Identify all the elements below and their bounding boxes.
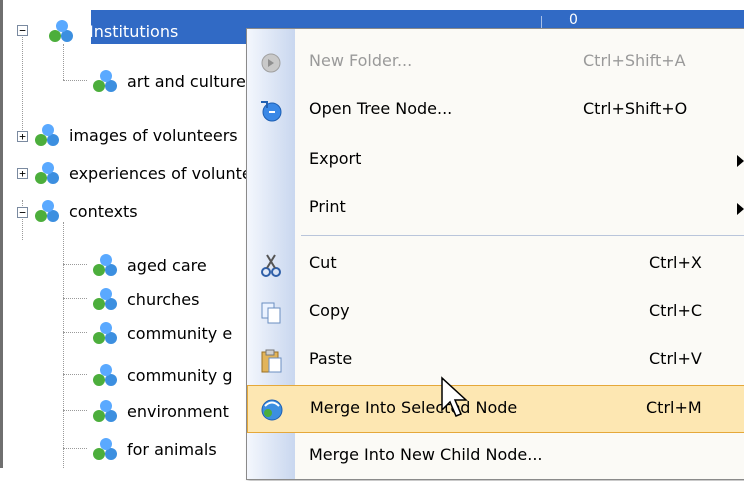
menu-item-shortcut: Ctrl+C xyxy=(649,301,703,320)
tree-node-label: Institutions xyxy=(89,21,179,41)
menu-item-label: New Folder... xyxy=(309,51,413,70)
network-node-icon xyxy=(35,200,59,222)
menu-item-print[interactable]: Print xyxy=(247,185,744,233)
network-node-icon xyxy=(49,20,73,42)
tree-node[interactable]: for animals xyxy=(91,432,217,466)
tree-node-label: community g xyxy=(127,365,233,385)
network-node-icon xyxy=(35,124,59,146)
expand-toggle[interactable]: + xyxy=(17,168,28,179)
tree-node-label: churches xyxy=(127,289,200,309)
tree-line xyxy=(22,30,23,136)
network-node-icon xyxy=(93,70,117,92)
paste-icon xyxy=(261,349,282,373)
tree-line xyxy=(63,448,87,449)
menu-item-label: Merge Into Selected Node xyxy=(310,398,518,417)
menu-item-shortcut: Ctrl+Shift+A xyxy=(583,51,686,70)
menu-item-label: Cut xyxy=(309,253,337,272)
menu-item-export[interactable]: Export xyxy=(247,137,744,185)
tree-line xyxy=(63,332,87,333)
tree-node-label: art and culture xyxy=(127,71,246,91)
tree-node-label: contexts xyxy=(69,201,138,221)
open-tree-node-icon xyxy=(261,101,282,122)
network-node-icon xyxy=(93,400,117,422)
copy-icon xyxy=(261,302,281,324)
menu-separator xyxy=(301,235,744,236)
tree-node[interactable]: experiences of volunteers xyxy=(33,156,276,190)
network-node-icon xyxy=(93,288,117,310)
menu-item-new-folder[interactable]: New Folder... Ctrl+Shift+A xyxy=(247,39,744,87)
merge-icon xyxy=(261,399,283,421)
menu-item-label: Copy xyxy=(309,301,350,320)
menu-item-shortcut: Ctrl+M xyxy=(646,398,702,417)
tree-line xyxy=(63,264,87,265)
menu-item-shortcut: Ctrl+Shift+O xyxy=(583,99,688,118)
network-node-icon xyxy=(93,438,117,460)
menu-item-label: Open Tree Node... xyxy=(309,99,453,118)
context-menu: New Folder... Ctrl+Shift+A Open Tree Nod… xyxy=(246,28,744,480)
selected-row-count: 0 xyxy=(569,12,578,28)
tree-line xyxy=(63,374,87,375)
tree-node[interactable]: contexts xyxy=(33,194,138,228)
tree-node[interactable]: community e xyxy=(91,316,232,350)
tree-node-label: for animals xyxy=(127,439,217,459)
submenu-arrow-icon xyxy=(737,203,744,215)
menu-item-paste[interactable]: Paste Ctrl+V xyxy=(247,337,744,385)
tree-line xyxy=(63,222,64,468)
tree-node-institutions[interactable]: Institutions xyxy=(47,14,178,48)
tree-node-label: aged care xyxy=(127,255,207,275)
collapse-toggle[interactable]: − xyxy=(17,25,28,36)
tree-node-label: images of volunteers xyxy=(69,125,238,145)
tree-node[interactable]: community g xyxy=(91,358,232,392)
menu-item-label: Paste xyxy=(309,349,353,368)
menu-item-merge-into-selected-node[interactable]: Merge Into Selected Node Ctrl+M xyxy=(247,385,744,433)
tree-node[interactable]: aged care xyxy=(91,248,207,282)
tree-node[interactable]: images of volunteers xyxy=(33,118,238,152)
collapse-toggle[interactable]: − xyxy=(17,207,28,218)
menu-item-shortcut: Ctrl+V xyxy=(649,349,702,368)
tree-line xyxy=(63,410,87,411)
network-node-icon xyxy=(93,322,117,344)
menu-item-copy[interactable]: Copy Ctrl+C xyxy=(247,289,744,337)
mouse-cursor-icon xyxy=(441,376,468,417)
tree-line xyxy=(63,44,64,80)
menu-item-open-tree-node[interactable]: Open Tree Node... Ctrl+Shift+O xyxy=(247,87,744,135)
network-node-icon xyxy=(35,162,59,184)
tree-line xyxy=(63,298,87,299)
menu-item-label: Export xyxy=(309,149,362,168)
tree-node[interactable]: art and culture xyxy=(91,64,246,98)
menu-item-label: Merge Into New Child Node... xyxy=(309,445,543,464)
scissors-icon xyxy=(261,254,281,277)
tree-node[interactable]: environment xyxy=(91,394,229,428)
tree-line xyxy=(63,80,87,81)
tree-node-label: community e xyxy=(127,323,233,343)
menu-item-cut[interactable]: Cut Ctrl+X xyxy=(247,241,744,289)
network-node-icon xyxy=(93,254,117,276)
menu-item-merge-into-new-child-node[interactable]: Merge Into New Child Node... xyxy=(247,433,744,481)
menu-item-label: Print xyxy=(309,197,346,216)
new-folder-icon xyxy=(261,53,281,73)
expand-toggle[interactable]: + xyxy=(17,131,28,142)
network-node-icon xyxy=(93,364,117,386)
tree-node-label: environment xyxy=(127,401,229,421)
submenu-arrow-icon xyxy=(737,155,744,167)
tree-node[interactable]: churches xyxy=(91,282,199,316)
menu-item-shortcut: Ctrl+X xyxy=(649,253,702,272)
